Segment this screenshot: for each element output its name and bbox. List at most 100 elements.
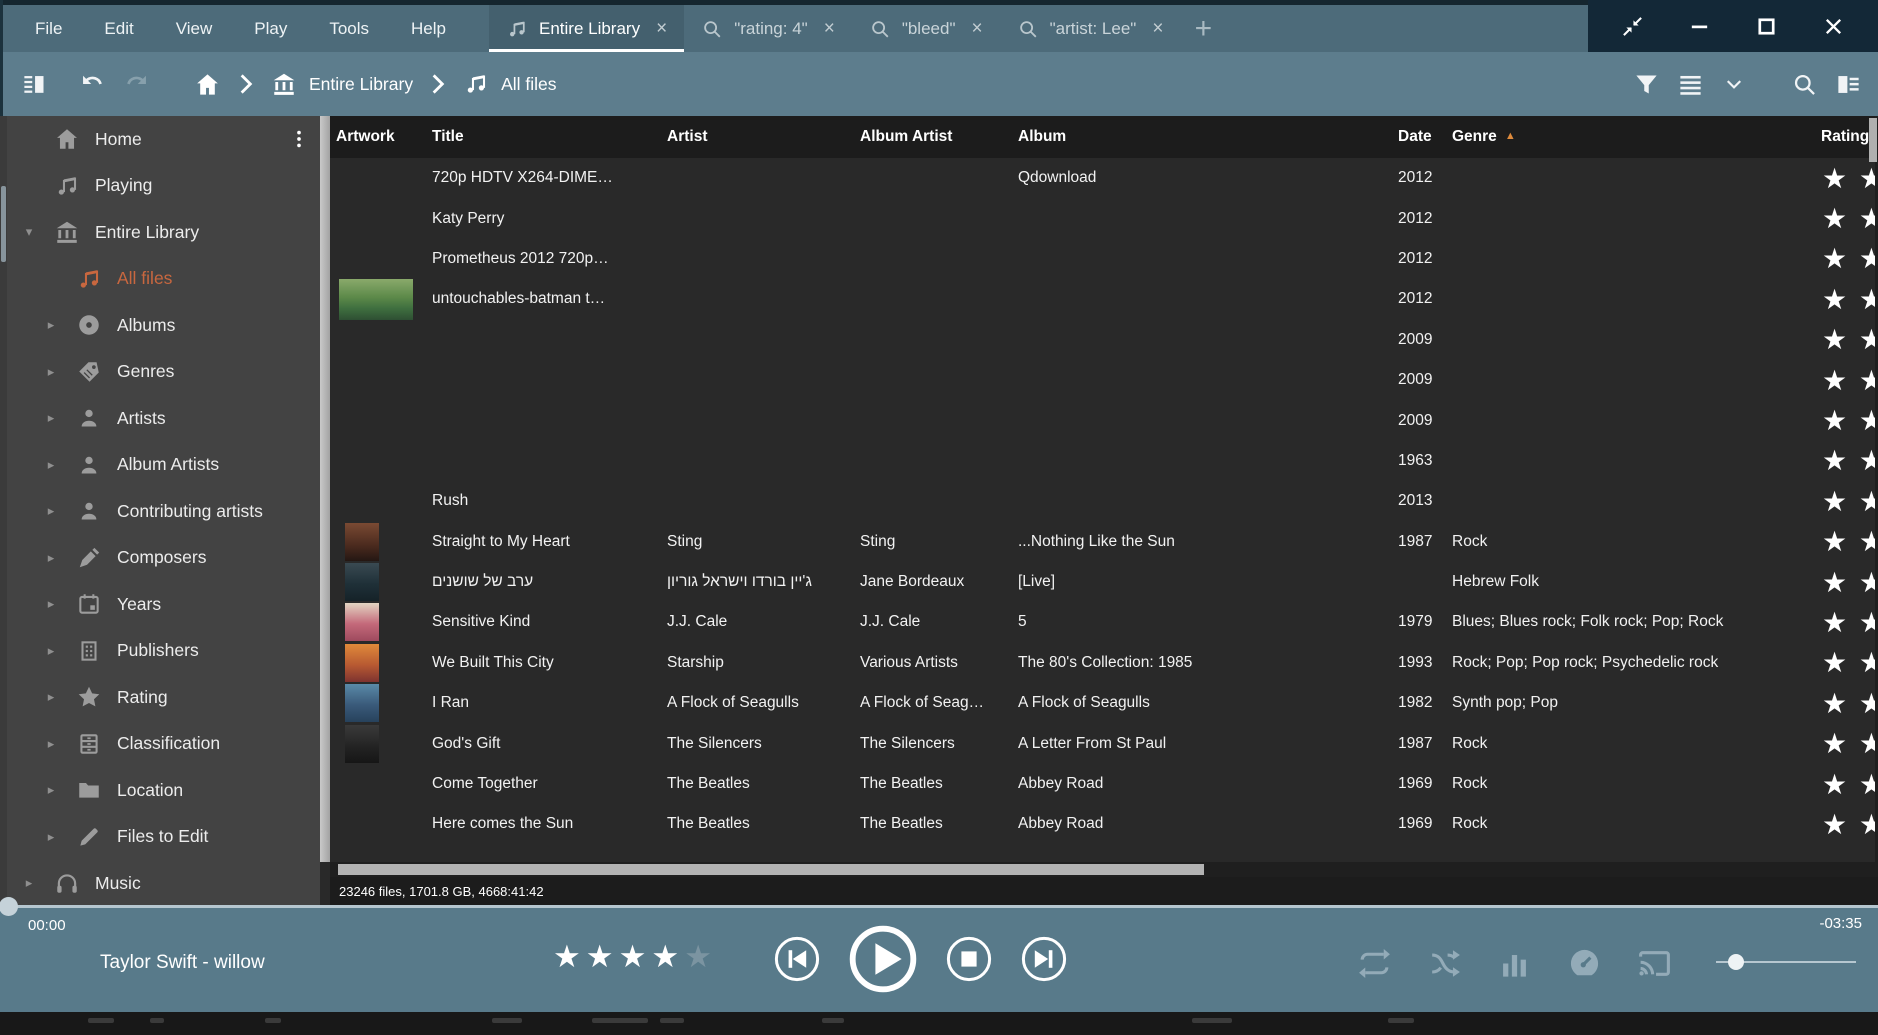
volume-thumb[interactable]	[1728, 954, 1744, 970]
expand-caret-icon[interactable]: ▾	[18, 224, 40, 240]
menu-item-file[interactable]: File	[14, 5, 83, 52]
table-row[interactable]: Rush2013★ ★	[330, 481, 1878, 521]
sidebar-item-entire-library[interactable]: ▾Entire Library	[7, 209, 320, 256]
table-row[interactable]: Straight to My HeartStingSting...Nothing…	[330, 522, 1878, 562]
breadcrumb-library[interactable]: Entire Library	[309, 74, 413, 95]
vertical-scrollbar[interactable]	[1868, 116, 1878, 877]
search-button[interactable]	[1782, 62, 1826, 106]
redo-button[interactable]	[114, 62, 158, 106]
now-playing-label[interactable]: Taylor Swift - willow	[100, 952, 265, 974]
expand-caret-icon[interactable]: ▸	[40, 596, 62, 612]
shuffle-button[interactable]	[1426, 945, 1463, 982]
menu-item-help[interactable]: Help	[390, 5, 467, 52]
menu-item-edit[interactable]: Edit	[83, 5, 154, 52]
sidebar-item-artists[interactable]: ▸Artists	[7, 395, 320, 442]
column-header-artwork[interactable]: Artwork	[330, 128, 426, 146]
table-row[interactable]: Here comes the SunThe BeatlesThe Beatles…	[330, 804, 1878, 844]
table-row[interactable]: untouchables-batman t…2012★ ★	[330, 279, 1878, 319]
previous-button[interactable]	[773, 935, 821, 983]
sidebar-item-classification[interactable]: ▸Classification	[7, 721, 320, 768]
table-row[interactable]: 720p HDTV X264-DIME…Qdownload2012★ ★	[330, 158, 1878, 198]
expand-caret-icon[interactable]: ▸	[40, 736, 62, 752]
horizontal-scrollbar-thumb[interactable]	[338, 864, 1204, 875]
expand-caret-icon[interactable]: ▸	[40, 643, 62, 659]
table-row[interactable]: 2009★ ★	[330, 400, 1878, 440]
sidebar-scrollbar-thumb[interactable]	[1, 186, 6, 262]
table-left-scrollbar[interactable]	[320, 116, 330, 862]
sidebar-item-composers[interactable]: ▸Composers	[7, 535, 320, 582]
column-header-date[interactable]: Date	[1392, 128, 1446, 146]
sidebar-item-all-files[interactable]: All files	[7, 256, 320, 303]
player-star-icon[interactable]: ★	[619, 939, 652, 974]
column-header-album[interactable]: Album	[1012, 128, 1392, 146]
column-header-title[interactable]: Title	[426, 128, 661, 146]
sidebar-item-files-to-edit[interactable]: ▸Files to Edit	[7, 814, 320, 861]
view-list-button[interactable]	[1668, 62, 1712, 106]
expand-caret-icon[interactable]: ▸	[40, 317, 62, 333]
menu-item-view[interactable]: View	[155, 5, 234, 52]
player-rating-stars[interactable]: ★★★★★	[553, 939, 717, 975]
close-tab-icon[interactable]: ×	[824, 19, 835, 38]
table-row[interactable]: Come TogetherThe BeatlesThe BeatlesAbbey…	[330, 764, 1878, 804]
table-row[interactable]: 1963★ ★	[330, 441, 1878, 481]
expand-caret-icon[interactable]: ▸	[40, 782, 62, 798]
player-star-icon[interactable]: ★	[586, 939, 619, 974]
expand-caret-icon[interactable]: ▸	[40, 364, 62, 380]
table-row[interactable]: 2009★ ★	[330, 320, 1878, 360]
sidebar-item-genres[interactable]: ▸Genres	[7, 349, 320, 396]
sidebar-item-years[interactable]: ▸Years	[7, 581, 320, 628]
maximize-button[interactable]	[1744, 5, 1790, 47]
tab-search[interactable]: "rating: 4"×	[684, 5, 852, 52]
table-row[interactable]: ערב של שושניםג'יין בורדו וישראל גוריוןJa…	[330, 562, 1878, 602]
tab-search[interactable]: "bleed"×	[852, 5, 1000, 52]
expand-caret-icon[interactable]: ▸	[40, 829, 62, 845]
compact-mode-button[interactable]	[1609, 5, 1655, 47]
expand-caret-icon[interactable]: ▸	[40, 503, 62, 519]
menu-item-tools[interactable]: Tools	[308, 5, 390, 52]
minimize-button[interactable]	[1676, 5, 1722, 47]
table-row[interactable]: Sensitive KindJ.J. CaleJ.J. Cale51979Blu…	[330, 602, 1878, 642]
column-header-artist[interactable]: Artist	[661, 128, 854, 146]
sidebar-scrollbar[interactable]	[0, 116, 7, 905]
preview-panel-button[interactable]	[1826, 62, 1870, 106]
close-tab-icon[interactable]: ×	[1152, 19, 1163, 38]
table-row[interactable]: Prometheus 2012 720p…2012★ ★	[330, 239, 1878, 279]
cast-button[interactable]	[1636, 945, 1673, 982]
undo-button[interactable]	[70, 62, 114, 106]
volume-leveling-button[interactable]	[1566, 945, 1603, 982]
sidebar-item-rating[interactable]: ▸Rating	[7, 674, 320, 721]
close-tab-icon[interactable]: ×	[971, 19, 982, 38]
table-row[interactable]: God's GiftThe SilencersThe SilencersA Le…	[330, 723, 1878, 763]
sidebar-item-home[interactable]: Home	[7, 116, 320, 163]
view-options-dropdown[interactable]	[1712, 62, 1756, 106]
column-header-genre[interactable]: Genre▲	[1446, 128, 1815, 146]
table-row[interactable]: 2009★ ★	[330, 360, 1878, 400]
sidebar-item-album-artists[interactable]: ▸Album Artists	[7, 442, 320, 489]
table-row[interactable]: We Built This CityStarshipVarious Artist…	[330, 643, 1878, 683]
play-button[interactable]	[848, 924, 918, 994]
repeat-button[interactable]	[1356, 945, 1393, 982]
volume-slider[interactable]	[1716, 961, 1856, 963]
player-star-icon[interactable]: ★	[651, 939, 684, 974]
expand-caret-icon[interactable]: ▸	[18, 875, 40, 891]
equalizer-button[interactable]	[1496, 945, 1533, 982]
kebab-menu-icon[interactable]	[288, 127, 310, 151]
sidebar-item-albums[interactable]: ▸Albums	[7, 302, 320, 349]
expand-caret-icon[interactable]: ▸	[40, 410, 62, 426]
sidebar-item-playing[interactable]: Playing	[7, 163, 320, 210]
filter-button[interactable]	[1624, 62, 1668, 106]
tab-search[interactable]: "artist: Lee"×	[1000, 5, 1181, 52]
expand-caret-icon[interactable]: ▸	[40, 550, 62, 566]
close-tab-icon[interactable]: ×	[656, 19, 667, 38]
seek-bar[interactable]	[0, 905, 1878, 908]
tab-entire-library[interactable]: Entire Library×	[489, 5, 684, 52]
player-star-icon[interactable]: ★	[553, 939, 586, 974]
seek-thumb[interactable]	[0, 897, 18, 916]
collapse-sidebar-button[interactable]	[12, 62, 56, 106]
expand-caret-icon[interactable]: ▸	[40, 689, 62, 705]
next-button[interactable]	[1020, 935, 1068, 983]
table-row[interactable]: Katy Perry2012★ ★	[330, 198, 1878, 238]
sidebar-item-location[interactable]: ▸Location	[7, 767, 320, 814]
expand-caret-icon[interactable]: ▸	[40, 457, 62, 473]
vertical-scrollbar-thumb[interactable]	[1869, 118, 1877, 162]
